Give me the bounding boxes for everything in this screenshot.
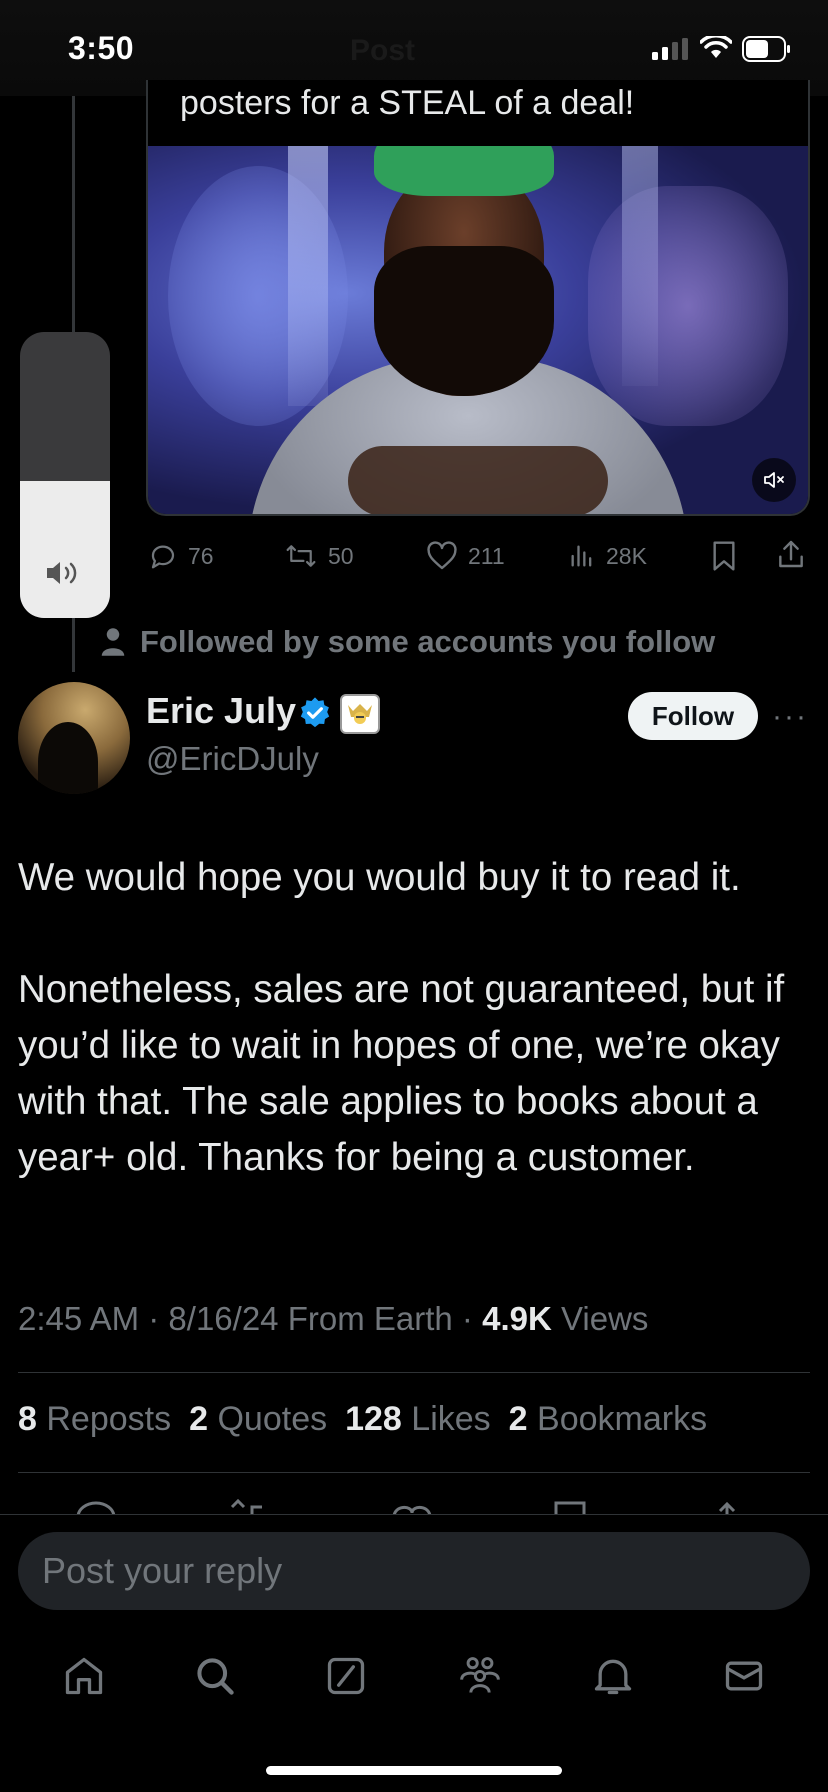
repost-icon bbox=[284, 541, 318, 571]
likes-stat[interactable]: 128 Likes bbox=[345, 1400, 491, 1439]
affiliate-badge-icon[interactable] bbox=[340, 694, 380, 734]
post-location: From Earth bbox=[287, 1300, 453, 1337]
post-paragraph: We would hope you would buy it to read i… bbox=[18, 856, 741, 899]
social-context-text: Followed by some accounts you follow bbox=[140, 624, 716, 659]
post-meta: 2:45 AM · 8/16/24 From Earth · 4.9K View… bbox=[18, 1300, 649, 1337]
social-context: Followed by some accounts you follow bbox=[100, 624, 715, 660]
divider bbox=[18, 1372, 810, 1373]
tab-notifications[interactable] bbox=[591, 1654, 635, 1698]
volume-level-fill bbox=[20, 480, 110, 618]
home-icon bbox=[62, 1654, 106, 1698]
tab-search[interactable] bbox=[193, 1654, 237, 1698]
bookmarks-stat[interactable]: 2 Bookmarks bbox=[509, 1400, 707, 1439]
reposts-stat[interactable]: 8 Reposts bbox=[18, 1400, 171, 1439]
speaker-icon bbox=[20, 558, 110, 588]
tab-messages[interactable] bbox=[722, 1654, 766, 1698]
video-mute-button[interactable] bbox=[752, 458, 796, 502]
post-date[interactable]: 8/16/24 bbox=[168, 1300, 278, 1337]
quotes-stat[interactable]: 2 Quotes bbox=[189, 1400, 327, 1439]
bookmark-icon bbox=[710, 540, 738, 572]
reply-input[interactable] bbox=[18, 1532, 810, 1610]
author-handle[interactable]: @EricDJuly bbox=[146, 740, 319, 778]
post-views-label: Views bbox=[560, 1300, 649, 1337]
follow-button[interactable]: Follow bbox=[628, 692, 758, 740]
divider bbox=[18, 1472, 810, 1473]
communities-icon bbox=[456, 1654, 504, 1698]
volume-hud bbox=[20, 332, 110, 618]
person-icon bbox=[100, 627, 126, 657]
avatar[interactable] bbox=[18, 682, 130, 794]
tab-home[interactable] bbox=[62, 1654, 106, 1698]
reply-count: 76 bbox=[188, 542, 214, 569]
share-icon bbox=[776, 538, 806, 570]
views-chart-icon bbox=[568, 542, 596, 570]
post-action-bar bbox=[0, 1495, 828, 1515]
author-name[interactable]: Eric July bbox=[146, 690, 296, 732]
like-action[interactable]: 211 bbox=[426, 536, 505, 576]
post-views-count: 4.9K bbox=[482, 1300, 552, 1337]
engagement-stats: 8 Reposts 2 Quotes 128 Likes 2 Bookmarks bbox=[18, 1400, 707, 1439]
messages-icon bbox=[722, 1654, 766, 1698]
post-body: We would hope you would buy it to read i… bbox=[18, 850, 818, 1242]
header-title: Post bbox=[350, 34, 416, 67]
battery-icon bbox=[742, 36, 792, 62]
wifi-icon bbox=[700, 36, 732, 60]
cellular-signal-icon bbox=[652, 38, 688, 60]
search-icon bbox=[193, 1654, 237, 1698]
grok-icon bbox=[324, 1654, 368, 1698]
quoted-post-text: posters for a STEAL of a deal! bbox=[180, 84, 635, 122]
post-paragraph: Nonetheless, sales are not guaranteed, b… bbox=[18, 968, 785, 1179]
notifications-icon bbox=[591, 1654, 635, 1698]
status-time: 3:50 bbox=[68, 30, 135, 66]
tab-grok[interactable] bbox=[324, 1654, 368, 1698]
bottom-tab-bar bbox=[0, 1640, 828, 1712]
repost-count: 50 bbox=[328, 542, 354, 569]
views-action[interactable]: 28K bbox=[568, 536, 647, 576]
video-player[interactable] bbox=[148, 146, 808, 514]
bookmark-button[interactable] bbox=[710, 540, 738, 572]
tab-communities[interactable] bbox=[456, 1654, 504, 1698]
home-indicator[interactable] bbox=[266, 1766, 562, 1775]
verified-badge-icon bbox=[298, 696, 332, 730]
views-count: 28K bbox=[606, 542, 647, 569]
share-button[interactable] bbox=[776, 538, 806, 570]
muted-speaker-icon bbox=[762, 468, 786, 492]
like-count: 211 bbox=[468, 542, 505, 569]
repost-action[interactable]: 50 bbox=[284, 536, 354, 576]
post-time[interactable]: 2:45 AM bbox=[18, 1300, 139, 1337]
reply-icon bbox=[148, 541, 178, 571]
reply-action[interactable]: 76 bbox=[148, 536, 214, 576]
heart-icon bbox=[426, 541, 458, 571]
more-options-icon[interactable]: ··· bbox=[772, 700, 808, 734]
